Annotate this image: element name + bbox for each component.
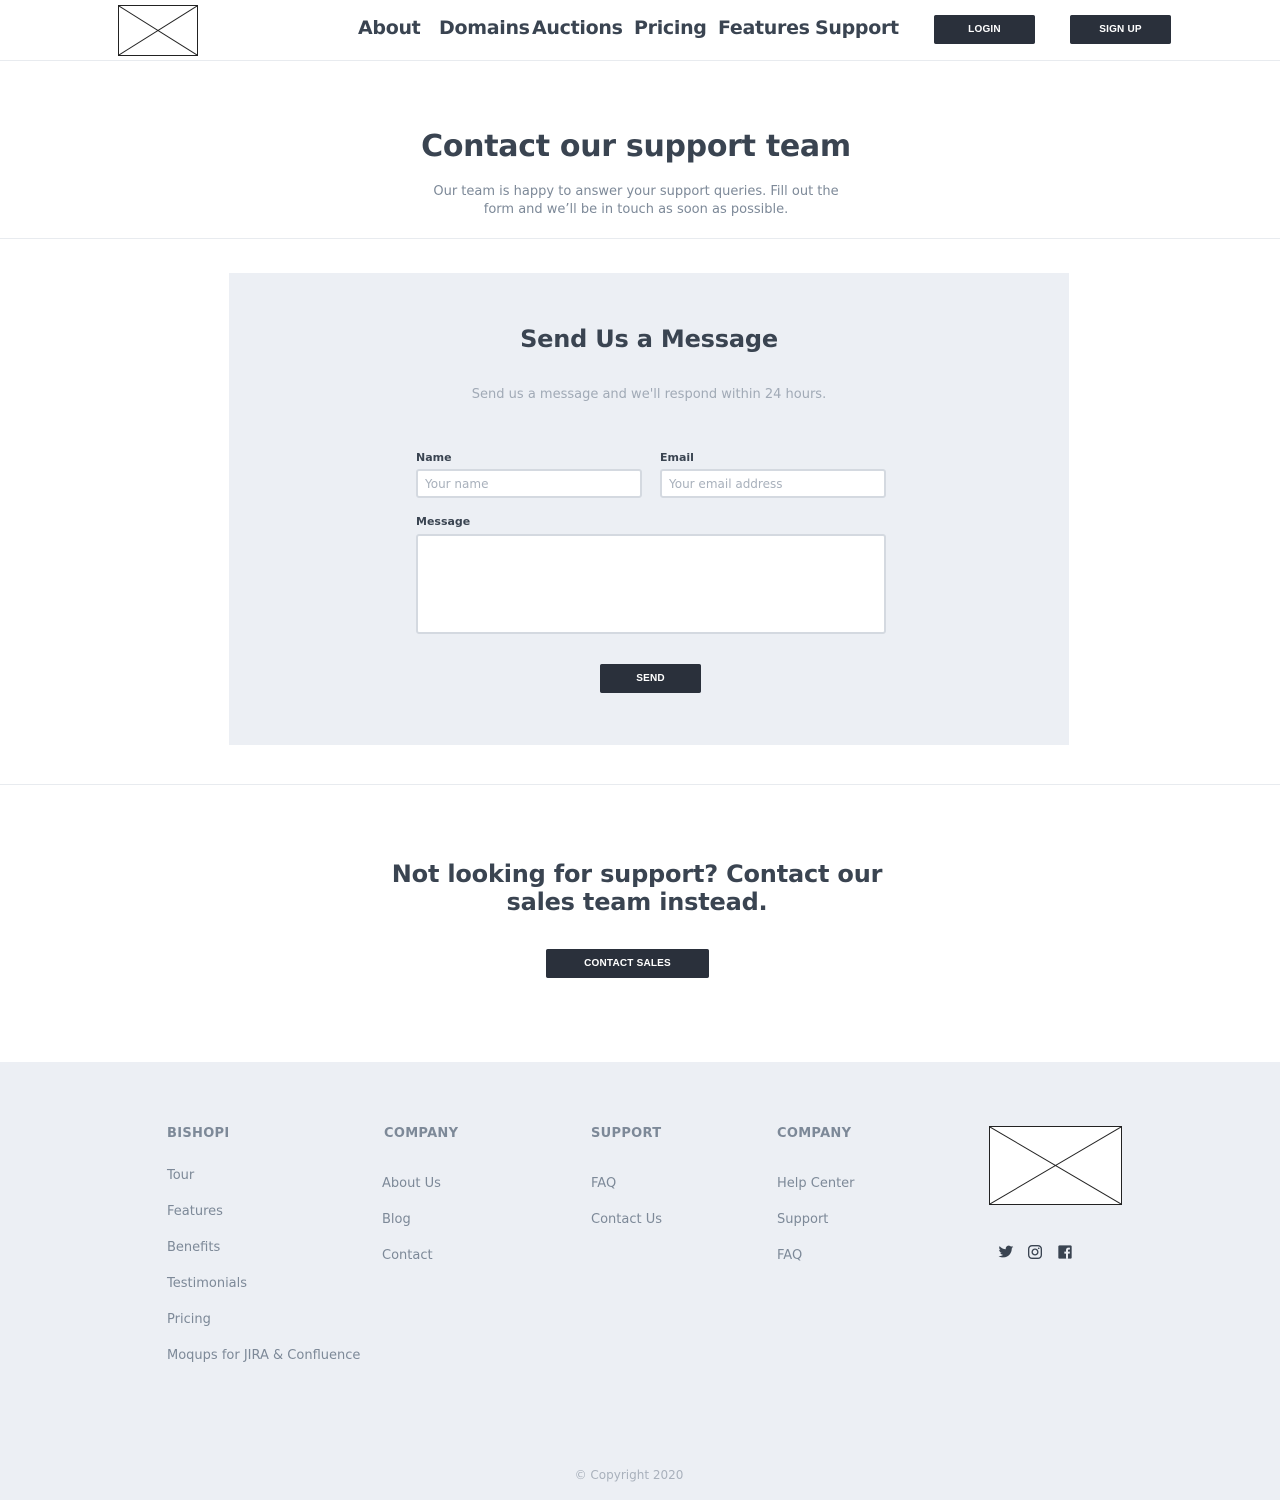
section-divider: [0, 238, 1280, 239]
email-input[interactable]: [660, 469, 886, 498]
name-input[interactable]: [416, 469, 642, 498]
footer-link-tour[interactable]: Tour: [167, 1168, 194, 1183]
footer-link-faq-2[interactable]: FAQ: [777, 1248, 802, 1263]
nav-support[interactable]: Support: [815, 17, 899, 39]
footer-link-blog[interactable]: Blog: [382, 1212, 411, 1227]
message-textarea[interactable]: [416, 534, 886, 634]
footer-link-faq[interactable]: FAQ: [591, 1176, 616, 1191]
footer-link-pricing[interactable]: Pricing: [167, 1312, 211, 1327]
email-label: Email: [660, 451, 694, 464]
page-subtitle: Our team is happy to answer your support…: [433, 184, 839, 217]
nav-auctions[interactable]: Auctions: [532, 17, 623, 39]
contact-form-panel: Send Us a Message Send us a message and …: [229, 273, 1069, 745]
copyright-text: © Copyright 2020: [574, 1468, 684, 1482]
site-header: About Domains Auctions Pricing Features …: [0, 0, 1280, 61]
section-divider: [0, 784, 1280, 785]
footer-logo-image-placeholder-icon: [989, 1126, 1122, 1205]
nav-about[interactable]: About: [358, 17, 421, 39]
page-title: Contact our support team: [421, 129, 851, 164]
logo-image-placeholder-icon[interactable]: [118, 5, 198, 56]
login-button[interactable]: LOGIN: [934, 15, 1035, 44]
name-label: Name: [416, 451, 452, 464]
nav-domains[interactable]: Domains: [439, 17, 530, 39]
sales-title: Not looking for support? Contact our sal…: [391, 860, 883, 916]
footer-link-contact[interactable]: Contact: [382, 1248, 433, 1263]
footer-link-help-center[interactable]: Help Center: [777, 1176, 855, 1191]
message-label: Message: [416, 515, 471, 528]
footer-link-support[interactable]: Support: [777, 1212, 828, 1227]
site-footer: BISHOPI Tour Features Benefits Testimoni…: [0, 1062, 1280, 1500]
nav-pricing[interactable]: Pricing: [634, 17, 707, 39]
footer-heading-bishopi: BISHOPI: [167, 1126, 230, 1141]
footer-heading-company: COMPANY: [384, 1126, 459, 1141]
instagram-icon[interactable]: [1027, 1244, 1043, 1260]
footer-link-about-us[interactable]: About Us: [382, 1176, 441, 1191]
footer-link-testimonials[interactable]: Testimonials: [167, 1276, 247, 1291]
footer-link-benefits[interactable]: Benefits: [167, 1240, 220, 1255]
footer-link-moqups-jira[interactable]: Moqups for JIRA & Confluence: [167, 1348, 360, 1363]
twitter-icon[interactable]: [998, 1244, 1014, 1260]
contact-sales-button[interactable]: CONTACT SALES: [546, 949, 709, 978]
facebook-icon[interactable]: [1057, 1244, 1073, 1260]
signup-button[interactable]: SIGN UP: [1070, 15, 1171, 44]
form-subtitle: Send us a message and we'll respond with…: [471, 387, 827, 402]
footer-link-contact-us[interactable]: Contact Us: [591, 1212, 662, 1227]
footer-heading-support: SUPPORT: [591, 1126, 662, 1141]
send-button[interactable]: SEND: [600, 664, 701, 693]
footer-heading-company-2: COMPANY: [777, 1126, 852, 1141]
nav-features[interactable]: Features: [718, 17, 810, 39]
footer-link-features[interactable]: Features: [167, 1204, 223, 1219]
form-title: Send Us a Message: [520, 325, 778, 353]
